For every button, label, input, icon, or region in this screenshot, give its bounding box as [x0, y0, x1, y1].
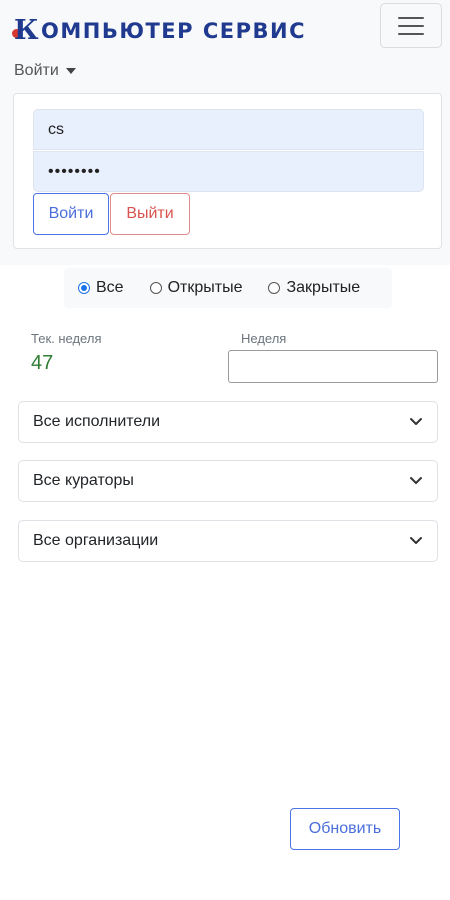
current-week-value: 47 [31, 352, 54, 374]
hamburger-icon [398, 16, 424, 36]
radio-checked-icon[interactable] [78, 282, 90, 294]
brand[interactable]: К ОМПЬЮТЕР СЕРВИС [12, 14, 306, 48]
header-area: К ОМПЬЮТЕР СЕРВИС Войти Войти Выйти [0, 0, 450, 265]
brand-logo: К [12, 17, 40, 45]
page: К ОМПЬЮТЕР СЕРВИС Войти Войти Выйти Все [0, 0, 450, 900]
status-filter: Все Открытые Закрытые [64, 268, 392, 308]
week-input-label: Неделя [241, 331, 287, 346]
brand-logo-letter: К [14, 15, 39, 46]
radio-unchecked-icon[interactable] [268, 282, 281, 294]
executors-select[interactable]: Все исполнители [18, 401, 438, 443]
password-input[interactable] [33, 151, 424, 192]
brand-name: ОМПЬЮТЕР СЕРВИС [41, 19, 306, 43]
week-input[interactable] [228, 350, 438, 383]
current-week-label: Тек. неделя [31, 331, 102, 346]
curators-select[interactable]: Все кураторы [18, 460, 438, 502]
login-toggle-label: Войти [14, 62, 59, 79]
chevron-down-icon [410, 418, 422, 425]
refresh-button[interactable]: Обновить [290, 808, 400, 850]
filter-option-label: Закрытые [286, 279, 361, 296]
logout-button[interactable]: Выйти [110, 193, 190, 235]
curators-select-value: Все кураторы [33, 472, 134, 489]
organizations-select[interactable]: Все организации [18, 520, 438, 562]
filter-option-closed[interactable]: Закрытые [268, 279, 360, 297]
login-form: Войти Выйти [13, 93, 442, 249]
filter-option-all[interactable]: Все [78, 279, 124, 297]
login-dropdown-toggle[interactable]: Войти [14, 60, 76, 82]
caret-down-icon [65, 68, 76, 74]
chevron-down-icon [410, 537, 422, 544]
chevron-down-icon [410, 477, 422, 484]
executors-select-value: Все исполнители [33, 413, 161, 430]
login-button[interactable]: Войти [33, 193, 109, 235]
filter-option-label: Открытые [167, 279, 243, 296]
organizations-select-value: Все организации [33, 532, 159, 549]
filter-option-open[interactable]: Открытые [149, 279, 243, 297]
username-input[interactable] [33, 109, 424, 150]
radio-unchecked-icon[interactable] [149, 282, 162, 294]
menu-toggle-button[interactable] [380, 3, 442, 48]
filter-option-label: Все [96, 279, 124, 296]
